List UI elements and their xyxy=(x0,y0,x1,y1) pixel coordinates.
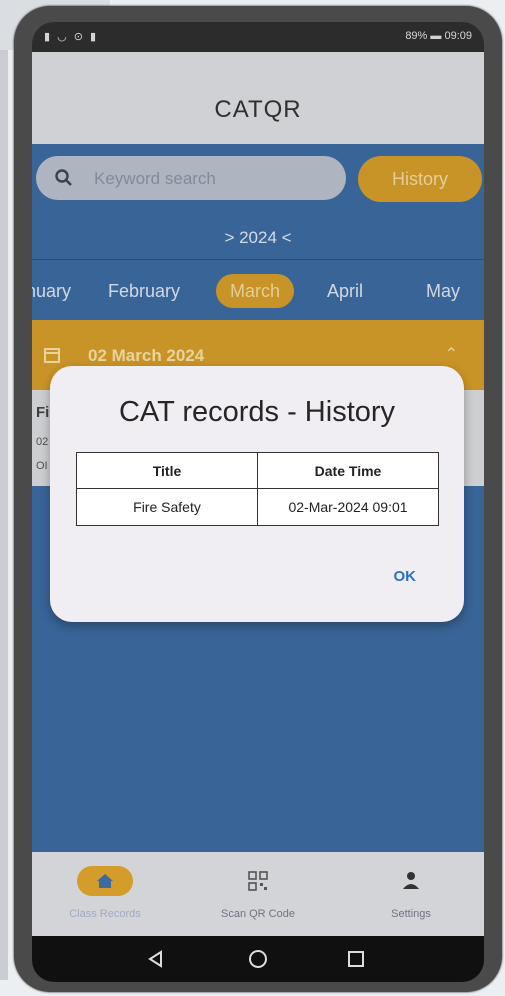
qr-code-icon xyxy=(230,866,286,896)
ok-button[interactable]: OK xyxy=(390,564,421,589)
table-header-row: Title Date Time xyxy=(76,452,439,489)
person-icon xyxy=(383,866,439,896)
recents-square-icon[interactable] xyxy=(344,947,368,971)
system-navigation-bar xyxy=(32,936,484,982)
history-dialog: CAT records - History Title Date Time Fi… xyxy=(50,366,464,622)
nav-item-settings[interactable]: Settings xyxy=(346,866,476,920)
column-header-datetime: Date Time xyxy=(257,452,439,489)
bottom-navigation: Class Records Scan QR Code Settings xyxy=(32,852,484,936)
back-icon[interactable] xyxy=(144,947,168,971)
table-cell-datetime: 02-Mar-2024 09:01 xyxy=(257,488,439,526)
nav-item-class-records[interactable]: Class Records xyxy=(40,866,170,920)
home-icon xyxy=(77,866,133,896)
table-row: Fire Safety 02-Mar-2024 09:01 xyxy=(76,488,439,526)
column-header-title: Title xyxy=(76,452,258,489)
background-edge xyxy=(0,50,8,980)
home-circle-icon[interactable] xyxy=(246,947,270,971)
history-table: Title Date Time Fire Safety 02-Mar-2024 … xyxy=(76,452,439,526)
nav-label: Settings xyxy=(391,908,431,920)
nav-label: Scan QR Code xyxy=(221,908,295,920)
app-screen: ▮ ◡ ⊙ ▮ 89% ▬ 09:09 CATQR Keyword search… xyxy=(32,22,484,982)
nav-label: Class Records xyxy=(69,908,141,920)
dialog-title: CAT records - History xyxy=(118,396,396,428)
table-cell-title: Fire Safety xyxy=(76,488,258,526)
nav-item-scan-qr[interactable]: Scan QR Code xyxy=(193,866,323,920)
